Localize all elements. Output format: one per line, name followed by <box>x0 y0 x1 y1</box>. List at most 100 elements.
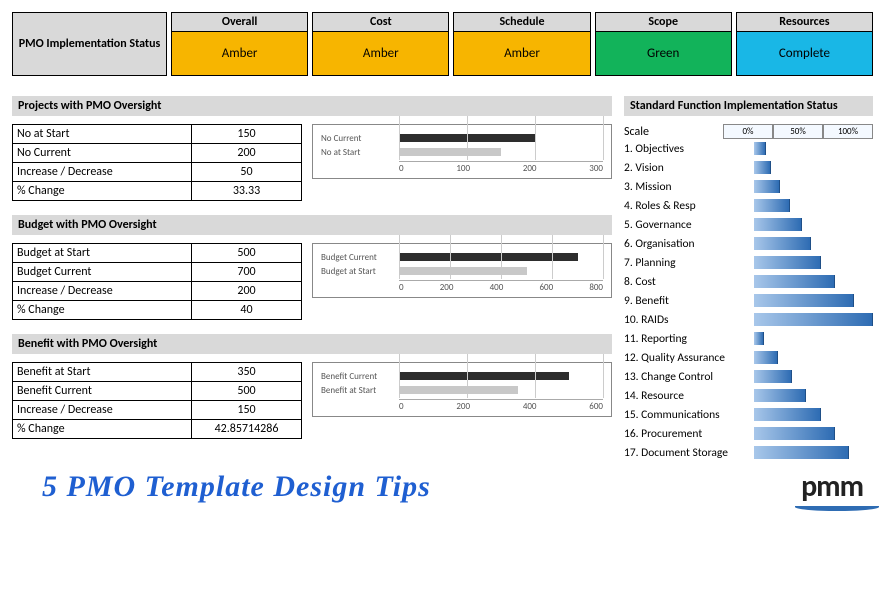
row-value: 200 <box>192 144 302 163</box>
main: Projects with PMO OversightNo at Start15… <box>12 96 873 462</box>
chart-axis: 0200400600 <box>399 399 603 412</box>
function-bar <box>754 332 764 345</box>
chart-series-row: Budget at Start <box>321 264 603 278</box>
table-row: % Change40 <box>13 301 302 320</box>
function-row: 9. Benefit <box>624 291 873 310</box>
status-banner: PMO Implementation Status OverallAmberCo… <box>12 12 873 76</box>
row-key: Budget at Start <box>13 244 192 263</box>
chart-track <box>399 148 603 156</box>
row-key: Benefit Current <box>13 382 192 401</box>
function-bar <box>754 256 821 269</box>
chart-tick: 800 <box>589 282 603 293</box>
chart-tick: 100 <box>456 163 470 174</box>
status-col-schedule: ScheduleAmber <box>453 12 590 76</box>
chart-bar <box>399 386 518 394</box>
function-bar-track <box>754 255 873 270</box>
status-value: Complete <box>737 32 872 75</box>
mini-bar-chart: Benefit CurrentBenefit at Start020040060… <box>312 362 612 417</box>
scale-tick: 50% <box>773 124 823 139</box>
function-bar <box>754 351 778 364</box>
function-row: 5. Governance <box>624 215 873 234</box>
left-column: Projects with PMO OversightNo at Start15… <box>12 96 612 462</box>
chart-tick: 200 <box>523 163 537 174</box>
function-label: 6. Organisation <box>624 237 754 251</box>
row-key: Budget Current <box>13 263 192 282</box>
chart-track <box>399 386 603 394</box>
function-row: 12. Quality Assurance <box>624 348 873 367</box>
function-row: 10. RAIDs <box>624 310 873 329</box>
chart-tick: 400 <box>490 282 504 293</box>
table-row: Budget at Start500 <box>13 244 302 263</box>
row-value: 350 <box>192 363 302 382</box>
row-value: 500 <box>192 244 302 263</box>
function-bar-track <box>754 236 873 251</box>
table-row: Increase / Decrease50 <box>13 163 302 182</box>
logo-text: pmm <box>801 468 863 505</box>
function-bar <box>754 389 806 402</box>
chart-tick: 600 <box>589 401 603 412</box>
function-bar-track <box>754 407 873 422</box>
status-col-scope: ScopeGreen <box>595 12 732 76</box>
function-row: 11. Reporting <box>624 329 873 348</box>
function-label: 4. Roles & Resp <box>624 199 754 213</box>
status-label: PMO Implementation Status <box>12 12 167 76</box>
row-key: Increase / Decrease <box>13 401 192 420</box>
function-bar-track <box>754 445 873 460</box>
chart-tick: 300 <box>589 163 603 174</box>
scale-tick: 100% <box>823 124 873 139</box>
status-head: Overall <box>172 13 307 32</box>
function-bar <box>754 275 835 288</box>
function-bar-track <box>754 274 873 289</box>
logo: pmm <box>801 468 873 505</box>
block-body: Benefit at Start350Benefit Current500Inc… <box>12 362 612 439</box>
function-row: 17. Document Storage <box>624 443 873 462</box>
function-row: 15. Communications <box>624 405 873 424</box>
function-row: 14. Resource <box>624 386 873 405</box>
table-row: No Current200 <box>13 144 302 163</box>
function-bar <box>754 408 821 421</box>
oversight-table: No at Start150No Current200Increase / De… <box>12 124 302 201</box>
table-row: Increase / Decrease200 <box>13 282 302 301</box>
status-value: Amber <box>313 32 448 75</box>
footer-tip: 5 PMO Template Design Tips <box>12 470 431 504</box>
chart-series-label: Budget Current <box>321 252 399 263</box>
function-bar-track <box>754 293 873 308</box>
right-column: Standard Function Implementation Status … <box>624 96 873 462</box>
status-col-overall: OverallAmber <box>171 12 308 76</box>
function-bar-track <box>754 141 873 156</box>
status-head: Scope <box>596 13 731 32</box>
row-value: 42.85714286 <box>192 420 302 439</box>
block-body: Budget at Start500Budget Current700Incre… <box>12 243 612 320</box>
function-bar <box>754 446 849 459</box>
function-bar <box>754 199 790 212</box>
function-bar <box>754 161 771 174</box>
chart-gridline <box>603 249 604 279</box>
function-label: 7. Planning <box>624 256 754 270</box>
row-value: 500 <box>192 382 302 401</box>
table-row: Benefit Current500 <box>13 382 302 401</box>
function-bar-track <box>754 179 873 194</box>
row-key: Increase / Decrease <box>13 282 192 301</box>
chart-track <box>399 267 603 275</box>
scale-row: Scale 0%50%100% <box>624 124 873 139</box>
row-key: Benefit at Start <box>13 363 192 382</box>
chart-gridline <box>535 368 536 398</box>
function-bar-track <box>754 369 873 384</box>
function-list: 1. Objectives2. Vision3. Mission4. Roles… <box>624 139 873 462</box>
function-bar-track <box>754 331 873 346</box>
function-label: 3. Mission <box>624 180 754 194</box>
chart-tick: 0 <box>399 282 404 293</box>
scale-label: Scale <box>624 125 723 139</box>
chart-tick: 0 <box>399 163 404 174</box>
oversight-table: Budget at Start500Budget Current700Incre… <box>12 243 302 320</box>
oversight-block: Benefit with PMO OversightBenefit at Sta… <box>12 334 612 439</box>
status-head: Resources <box>737 13 872 32</box>
chart-bar <box>399 267 527 275</box>
function-row: 3. Mission <box>624 177 873 196</box>
logo-swoosh-icon <box>795 503 879 511</box>
row-key: Increase / Decrease <box>13 163 192 182</box>
chart-series-label: No Current <box>321 133 399 144</box>
oversight-block: Projects with PMO OversightNo at Start15… <box>12 96 612 201</box>
chart-gridline <box>603 368 604 398</box>
row-value: 700 <box>192 263 302 282</box>
